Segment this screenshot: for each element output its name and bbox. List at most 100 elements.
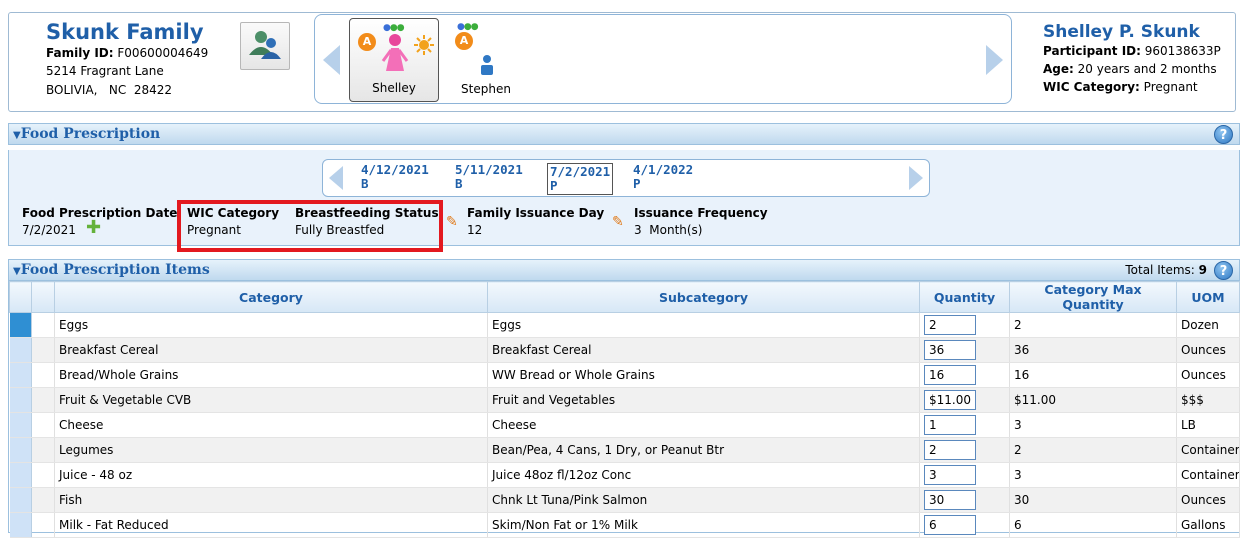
family-name: Skunk Family: [46, 20, 204, 44]
row-selector[interactable]: [9, 412, 32, 438]
help-icon[interactable]: ?: [1214, 261, 1233, 280]
edit-issuance-day-icon[interactable]: ✎: [446, 214, 458, 230]
table-row[interactable]: Fruit & Vegetable CVB Fruit and Vegetabl…: [9, 387, 1240, 413]
row-selector[interactable]: [9, 387, 32, 413]
table-row[interactable]: Fish Chnk Lt Tuna/Pink Salmon 30 30 Ounc…: [9, 487, 1240, 513]
quantity-input[interactable]: 3: [924, 465, 976, 485]
uom-cell: $$$: [1176, 387, 1240, 413]
quantity-input[interactable]: $11.00: [924, 390, 976, 410]
row-spacer: [31, 462, 55, 488]
row-selector[interactable]: [9, 362, 32, 388]
add-prescription-icon[interactable]: ✚: [86, 217, 101, 238]
member-card-shelley[interactable]: ●●● A Shelley: [349, 18, 439, 102]
food-prescription-items-header[interactable]: ▼Food Prescription Items Total Items: 9 …: [8, 259, 1240, 281]
quantity-input[interactable]: 6: [924, 515, 976, 535]
table-row[interactable]: Milk - Fat Reduced Skim/Non Fat or 1% Mi…: [9, 512, 1240, 538]
category-cell: Fish: [54, 487, 488, 513]
row-selector[interactable]: [9, 512, 32, 538]
alert-badge[interactable]: A: [358, 33, 376, 51]
category-cell: Breakfast Cereal: [54, 337, 488, 363]
uom-cell: Dozen: [1176, 312, 1240, 338]
row-selector[interactable]: [9, 312, 32, 338]
participant-category-label: WIC Category:: [1043, 80, 1140, 94]
date-item[interactable]: 5/11/2021 B: [455, 163, 523, 195]
table-row[interactable]: Bread/Whole Grains WW Bread or Whole Gra…: [9, 362, 1240, 388]
participant-age-value: 20 years and 2 months: [1077, 62, 1217, 76]
participant-name: Shelley P. Skunk: [1043, 22, 1200, 42]
uom-cell: Ounces: [1176, 362, 1240, 388]
date-item-selected[interactable]: 7/2/2021 P: [547, 163, 614, 195]
help-icon[interactable]: ?: [1214, 125, 1233, 144]
food-prescription-items-title: ▼Food Prescription Items: [13, 262, 210, 278]
table-row[interactable]: Juice - 48 oz Juice 48oz fl/12oz Conc 3 …: [9, 462, 1240, 488]
row-selector-header: [9, 281, 32, 313]
column-header-max-quantity[interactable]: Category Max Quantity: [1009, 281, 1177, 313]
date-item-date: 5/11/2021: [455, 162, 523, 177]
table-row[interactable]: Legumes Bean/Pea, 4 Cans, 1 Dry, or Pean…: [9, 437, 1240, 463]
quantity-input[interactable]: 16: [924, 365, 976, 385]
collapse-triangle-icon[interactable]: ▼: [13, 266, 21, 277]
column-header-category[interactable]: Category: [54, 281, 488, 313]
table-row[interactable]: Breakfast Cereal Breakfast Cereal 36 36 …: [9, 337, 1240, 363]
participant-id-value: 960138633P: [1144, 44, 1221, 58]
quantity-cell: 30: [919, 487, 1010, 513]
member-next-arrow[interactable]: [986, 45, 1003, 75]
infant-icon: [481, 55, 493, 75]
spacer-header: [31, 281, 55, 313]
member-prev-arrow[interactable]: [323, 45, 340, 75]
participant-id: Participant ID: 960138633P: [1043, 44, 1221, 58]
row-spacer: [31, 512, 55, 538]
date-item-date: 4/12/2021: [361, 162, 429, 177]
column-header-quantity[interactable]: Quantity: [919, 281, 1010, 313]
row-selector[interactable]: [9, 437, 32, 463]
edit-issuance-frequency-icon[interactable]: ✎: [612, 214, 624, 230]
table-row[interactable]: Eggs Eggs 2 2 Dozen: [9, 312, 1240, 338]
row-selector[interactable]: [9, 487, 32, 513]
date-next-arrow[interactable]: [909, 166, 923, 190]
row-selector[interactable]: [9, 462, 32, 488]
row-selector[interactable]: [9, 337, 32, 363]
status-dots: ●●●: [457, 22, 479, 32]
column-header-subcategory[interactable]: Subcategory: [487, 281, 920, 313]
subcategory-cell: Chnk Lt Tuna/Pink Salmon: [487, 487, 920, 513]
family-address-line2: BOLIVIA, NC 28422: [46, 83, 173, 97]
participant-id-label: Participant ID:: [1043, 44, 1141, 58]
max-quantity-cell: 2: [1009, 437, 1177, 463]
participant-category-value: Pregnant: [1143, 80, 1198, 94]
issuance-frequency-value: 3 Month(s): [634, 223, 703, 237]
uom-cell: LB: [1176, 412, 1240, 438]
date-item[interactable]: 4/1/2022 P: [633, 163, 693, 195]
quantity-cell: 6: [919, 512, 1010, 538]
alert-badge[interactable]: A: [455, 32, 473, 50]
category-cell: Fruit & Vegetable CVB: [54, 387, 488, 413]
quantity-input[interactable]: 30: [924, 490, 976, 510]
quantity-cell: 16: [919, 362, 1010, 388]
uom-cell: Ounces: [1176, 337, 1240, 363]
family-id-label: Family ID:: [46, 46, 114, 60]
category-cell: Milk - Fat Reduced: [54, 512, 488, 538]
table-row[interactable]: Cheese Cheese 1 3 LB: [9, 412, 1240, 438]
collapse-triangle-icon[interactable]: ▼: [13, 130, 21, 141]
date-item-code: B: [455, 176, 463, 191]
food-prescription-header[interactable]: ▼Food Prescription ?: [8, 123, 1240, 145]
row-spacer: [31, 412, 55, 438]
date-item[interactable]: 4/12/2021 B: [361, 163, 429, 195]
prescription-date-carousel: 4/12/2021 B 5/11/2021 B 7/2/2021 P 4/1/2…: [322, 159, 930, 197]
quantity-cell: $11.00: [919, 387, 1010, 413]
quantity-input[interactable]: 2: [924, 315, 976, 335]
column-header-uom[interactable]: UOM: [1176, 281, 1240, 313]
family-address-line1: 5214 Fragrant Lane: [46, 64, 164, 78]
date-item-code: P: [550, 178, 558, 193]
date-prev-arrow[interactable]: [329, 166, 343, 190]
max-quantity-cell: 30: [1009, 487, 1177, 513]
items-table-wrap: Category Subcategory Quantity Category M…: [8, 281, 1240, 538]
quantity-input[interactable]: 1: [924, 415, 976, 435]
family-group-button[interactable]: [240, 22, 290, 70]
quantity-input[interactable]: 2: [924, 440, 976, 460]
subcategory-cell: Cheese: [487, 412, 920, 438]
quantity-input[interactable]: 36: [924, 340, 976, 360]
member-card-stephen[interactable]: ●●● A Stephen: [441, 18, 531, 102]
member-carousel: ●●● A Shelley ●●● A Stephen: [314, 14, 1012, 104]
date-item-date: 4/1/2022: [633, 162, 694, 177]
max-quantity-cell: 16: [1009, 362, 1177, 388]
